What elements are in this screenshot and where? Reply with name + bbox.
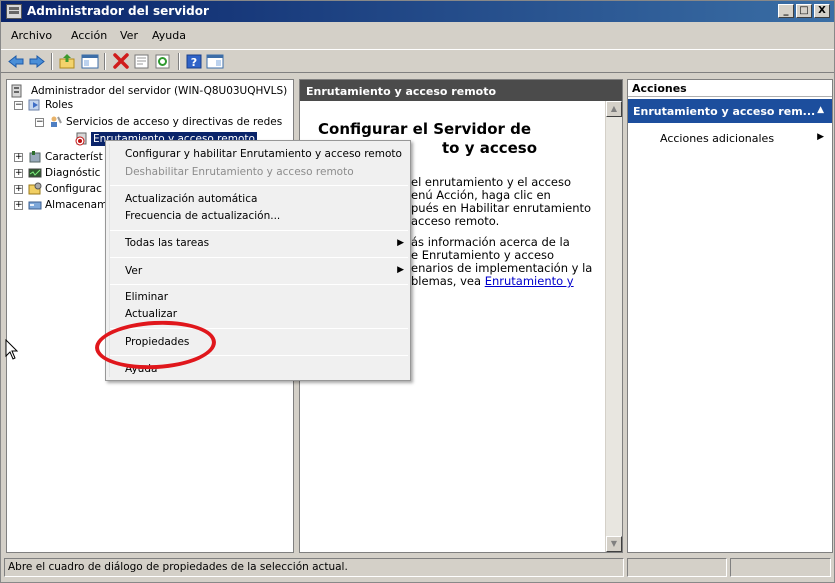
tree-network-policy-label: Servicios de acceso y directivas de rede… [66, 116, 283, 128]
diagnostics-icon [28, 166, 42, 180]
menu-all-tasks-label: Todas las tareas [125, 237, 210, 249]
properties-icon[interactable] [133, 53, 151, 70]
expand-icon[interactable]: + [14, 201, 23, 210]
title-bar[interactable]: Administrador del servidor _ □ X [1, 1, 834, 22]
actions-group-routing[interactable]: Enrutamiento y acceso rem... ▲ [628, 99, 832, 123]
svg-text:?: ? [191, 56, 197, 69]
menu-archivo[interactable]: Archivo [11, 29, 52, 42]
details-p2-text: blemas, vea [411, 274, 482, 288]
network-policy-icon [49, 115, 63, 129]
features-icon [28, 150, 42, 164]
menu-ayuda[interactable]: Ayuda [152, 29, 186, 42]
menu-accion[interactable]: Acción [71, 29, 107, 42]
menu-item-configure[interactable]: Configurar y habilitar Enrutamiento y ac… [125, 148, 402, 160]
close-button[interactable]: X [814, 4, 830, 18]
collapse-icon[interactable]: − [14, 101, 23, 110]
server-manager-window: Administrador del servidor _ □ X Archivo… [0, 0, 835, 583]
status-cell [730, 558, 831, 577]
tree-diagnostics-label: Diagnóstic [45, 167, 101, 179]
collapse-up-icon[interactable]: ▲ [817, 105, 824, 115]
roles-icon [28, 98, 42, 112]
help-icon[interactable]: ? [185, 53, 203, 70]
menu-item-view[interactable]: Ver [125, 265, 142, 277]
submenu-arrow-icon: ▶ [397, 265, 404, 275]
maximize-button[interactable]: □ [796, 4, 812, 18]
menu-item-auto-update[interactable]: Actualización automática [125, 193, 257, 205]
toolbar-separator [178, 53, 180, 70]
forward-arrow-icon[interactable] [28, 53, 46, 70]
up-folder-icon[interactable] [58, 53, 76, 70]
submenu-arrow-icon: ▶ [397, 238, 404, 248]
routing-server-icon [75, 132, 89, 146]
menu-bar: Archivo Acción Ver Ayuda [1, 26, 834, 45]
tree-item-network-policy[interactable]: − Servicios de acceso y directivas de re… [11, 115, 291, 129]
storage-icon [28, 198, 42, 212]
console-view-icon[interactable] [206, 53, 224, 70]
scroll-up-button[interactable]: ▲ [606, 101, 622, 117]
toolbar-separator [104, 53, 106, 70]
configuration-icon [28, 182, 42, 196]
expand-icon[interactable]: + [14, 169, 23, 178]
menu-ver[interactable]: Ver [120, 29, 138, 42]
status-cell [627, 558, 727, 577]
scroll-down-button[interactable]: ▼ [606, 536, 622, 552]
menu-item-refresh[interactable]: Actualizar [125, 308, 177, 320]
show-tree-icon[interactable] [81, 53, 99, 70]
server-manager-icon [6, 4, 22, 19]
tree-configuration-label: Configurac [45, 183, 102, 195]
minimize-button[interactable]: _ [778, 4, 794, 18]
actions-header: Acciones [628, 80, 832, 97]
details-title-line1: Configurar el Servidor de [318, 120, 532, 138]
tree-item-roles[interactable]: − Roles [11, 98, 211, 112]
collapse-icon[interactable]: − [35, 118, 44, 127]
menu-item-delete[interactable]: Eliminar [125, 291, 168, 303]
actions-more-item[interactable]: Acciones adicionales ▶ [660, 132, 824, 145]
menu-item-all-tasks[interactable]: Todas las tareas [125, 237, 410, 249]
window-controls: _ □ X [778, 4, 830, 18]
tree-roles-label: Roles [45, 99, 74, 111]
tree-features-label: Característ [45, 151, 103, 163]
back-arrow-icon[interactable] [7, 53, 25, 70]
window-title: Administrador del servidor [27, 4, 209, 18]
details-p2-line4: blemas, vea Enrutamiento y [411, 275, 600, 288]
toolbar: ? [1, 49, 834, 73]
expand-icon[interactable]: + [14, 153, 23, 162]
actions-pane: Acciones Enrutamiento y acceso rem... ▲ … [627, 79, 833, 553]
refresh-icon[interactable] [154, 53, 172, 70]
status-text: Abre el cuadro de diálogo de propiedades… [4, 558, 624, 577]
actions-group-label: Enrutamiento y acceso rem... [633, 105, 816, 118]
menu-separator [110, 230, 408, 231]
menu-view-label: Ver [125, 265, 143, 277]
tree-root-label: Administrador del servidor (WIN-Q8U03UQH… [31, 85, 288, 97]
expand-icon[interactable]: + [14, 185, 23, 194]
mouse-cursor-icon [5, 339, 18, 360]
menu-separator [110, 185, 408, 186]
menu-item-update-frequency[interactable]: Frecuencia de actualización... [125, 210, 280, 222]
vertical-scrollbar[interactable]: ▲ ▼ [605, 101, 622, 552]
routing-help-link[interactable]: Enrutamiento y [485, 274, 574, 288]
details-header: Enrutamiento y acceso remoto [300, 80, 622, 101]
tree-storage-label: Almacenam [45, 199, 108, 211]
details-p1-line4: acceso remoto. [411, 214, 500, 228]
delete-icon[interactable] [112, 53, 130, 70]
actions-more-label: Acciones adicionales [660, 132, 775, 145]
menu-separator [110, 257, 408, 258]
menu-item-disable: Deshabilitar Enrutamiento y acceso remot… [125, 166, 354, 178]
menu-separator [110, 284, 408, 285]
toolbar-separator [51, 53, 53, 70]
submenu-arrow-icon: ▶ [817, 132, 824, 142]
status-bar: Abre el cuadro de diálogo de propiedades… [4, 558, 831, 577]
server-icon [11, 84, 25, 98]
